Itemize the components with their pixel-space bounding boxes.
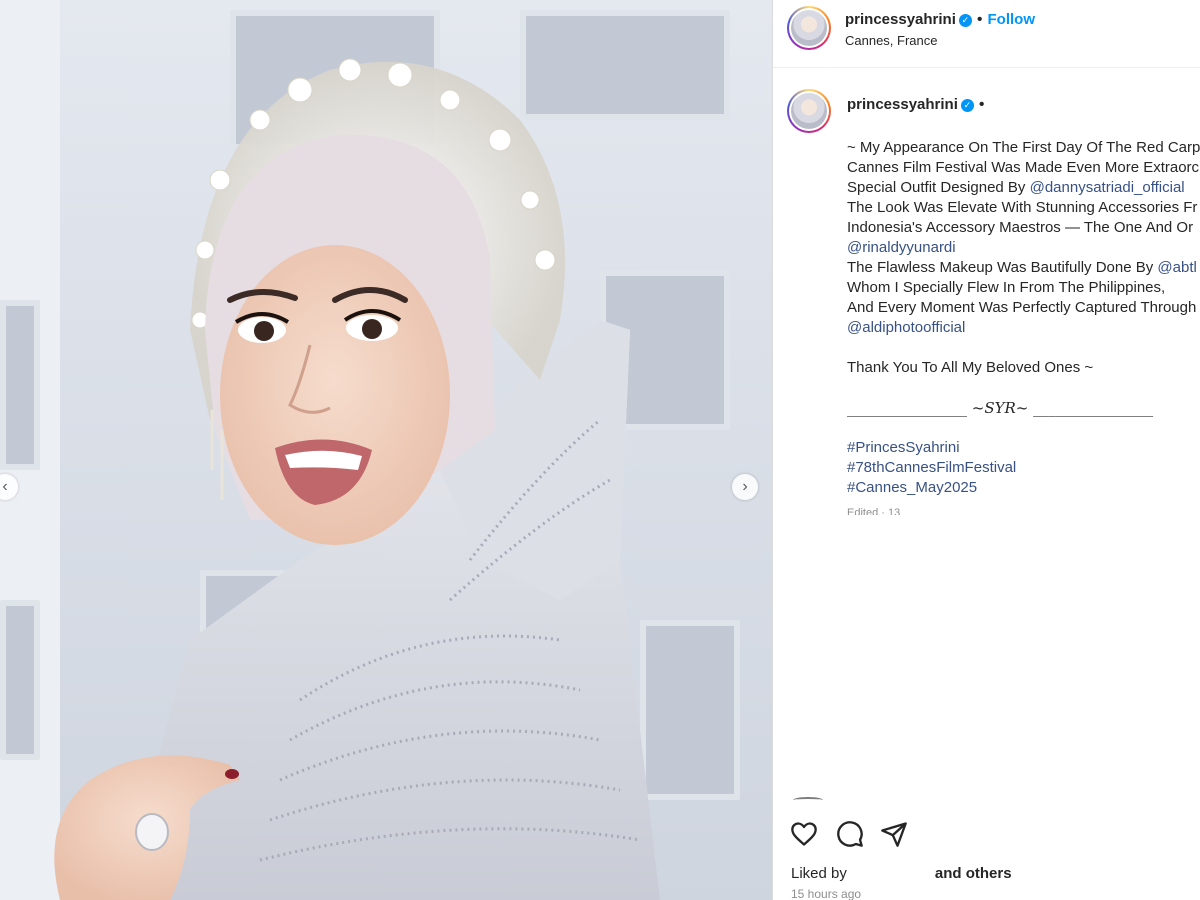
- post-header: princessyahrini ✓ • Follow Cannes, France: [773, 0, 1200, 68]
- caption-line: @rinaldyyunardi: [847, 238, 1200, 258]
- caption-line: Whom I Specially Flew In From The Philip…: [847, 279, 1166, 296]
- post-side-panel: princessyahrini ✓ • Follow Cannes, France p…: [773, 0, 1200, 900]
- caption-line: The Look Was Elevate With Stunning Acces…: [847, 199, 1198, 216]
- caption-line: Cannes Film Festival Was Made Even More …: [847, 159, 1200, 176]
- hashtag-link[interactable]: #Cannes_May2025: [847, 478, 1200, 498]
- mention-link[interactable]: @dannysatriadi_official: [1030, 179, 1185, 196]
- caption-thanks: Thank You To All My Beloved Ones ~: [847, 359, 1094, 376]
- separator-dot: •: [978, 96, 985, 113]
- caption-line: ~ My Appearance On The First Day Of The …: [847, 139, 1200, 156]
- liked-by-label: Liked by: [791, 865, 847, 882]
- chevron-right-icon: ›: [742, 478, 748, 495]
- caption-line-text: The Flawless Makeup Was Bautifully Done …: [847, 259, 1158, 276]
- caption-line-text: Special Outfit Designed By: [847, 179, 1030, 196]
- likes-summary[interactable]: Liked by and others: [791, 865, 1012, 882]
- mention-link[interactable]: @aldiphotoofficial: [847, 319, 965, 336]
- caption-text: ~ My Appearance On The First Day Of The …: [847, 138, 1200, 498]
- caption-signature: ________________ ~SYR~ ________________: [847, 399, 1154, 417]
- mention-link[interactable]: @rinaldyyunardi: [847, 239, 956, 256]
- caption-username-link[interactable]: princessyahrini: [847, 96, 958, 113]
- chevron-left-icon: ‹: [2, 478, 8, 495]
- caption-line: And Every Moment Was Perfectly Captured …: [847, 299, 1197, 316]
- caption-line: Special Outfit Designed By @dannysatriad…: [847, 178, 1200, 198]
- mention-link[interactable]: @abtl: [1157, 259, 1196, 276]
- heart-icon[interactable]: [790, 820, 818, 848]
- caption-line: @aldiphotoofficial: [847, 318, 1200, 338]
- caption-avatar[interactable]: [787, 89, 831, 133]
- avatar[interactable]: [787, 6, 831, 50]
- separator-dot: •: [976, 11, 983, 28]
- caption-line: The Flawless Makeup Was Bautifully Done …: [847, 258, 1200, 278]
- portrait-photo: [54, 58, 660, 900]
- location-link[interactable]: Cannes, France: [845, 33, 938, 48]
- username-link[interactable]: princessyahrini: [845, 11, 956, 28]
- post-actions: [773, 812, 1200, 852]
- hashtag-link[interactable]: #78thCannesFilmFestival: [847, 458, 1200, 478]
- and-others-link[interactable]: and others: [935, 865, 1012, 882]
- comment-icon[interactable]: [836, 820, 864, 848]
- post-timestamp[interactable]: 15 hours ago: [791, 887, 861, 900]
- caption-line: Indonesia's Accessory Maestros — The One…: [847, 219, 1194, 236]
- next-image-button[interactable]: ›: [732, 474, 758, 500]
- edited-label: Edited · 13: [847, 507, 901, 515]
- send-icon[interactable]: [880, 820, 908, 848]
- comment-avatar-partial: [793, 797, 823, 803]
- verified-badge-icon: ✓: [960, 99, 974, 112]
- post-media[interactable]: ‹ ›: [0, 0, 772, 900]
- follow-button[interactable]: Follow: [988, 11, 1036, 28]
- caption-area: princessyahrini ✓ • ~ My Appearance On The…: [773, 69, 1200, 515]
- verified-badge-icon: ✓: [958, 14, 972, 27]
- hashtag-link[interactable]: #PrincesSyahrini: [847, 438, 1200, 458]
